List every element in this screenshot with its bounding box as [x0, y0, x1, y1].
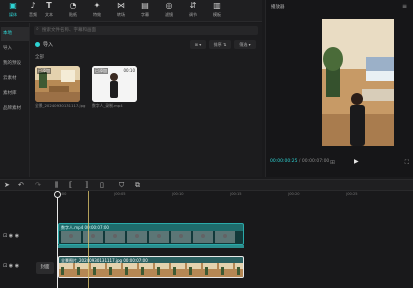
- hover-cursor-line: [88, 191, 89, 288]
- media-item-panorama[interactable]: 已添加: [35, 66, 80, 102]
- editor-window: ▣ 媒体 ♪ 音频 T 文本 ◔ 贴纸 ✦ 特效 ⋈ 转场 ▤ 字幕 ◎ 滤镜: [0, 0, 413, 288]
- toolbar-text[interactable]: T 文本: [38, 1, 60, 21]
- split-right-icon[interactable]: ⟧: [85, 181, 88, 190]
- section-title: 全部: [35, 55, 44, 60]
- toolbar-filter[interactable]: ◎ 滤镜: [158, 1, 180, 21]
- play-icon[interactable]: ▶: [354, 158, 359, 165]
- nav-library[interactable]: 素材库: [1, 87, 29, 101]
- eye-icon[interactable]: ◉: [9, 233, 13, 239]
- search-input[interactable]: ⌕ 搜索文件名称、字幕和画面: [34, 26, 258, 35]
- media-item-person-video[interactable]: 已添加 00:10: [92, 66, 137, 102]
- lock-icon[interactable]: ⊡: [3, 233, 7, 239]
- player-panel: 播放器 ≡ 00:00:00:25 / 00:00:07:00 ⊞ ▶ ⛶: [265, 0, 413, 177]
- undo-icon[interactable]: ↶: [18, 181, 24, 190]
- add-icon: [35, 42, 40, 47]
- time-ruler[interactable]: 00:00 |00:05 |00:10 |00:15 |00:20 |00:25: [56, 191, 413, 200]
- split-icon[interactable]: ⫼: [55, 181, 58, 190]
- sticker-icon: ◔: [69, 1, 77, 10]
- select-tool-icon[interactable]: ➤: [4, 181, 10, 190]
- caption-icon: ▤: [141, 1, 149, 10]
- toolbar-media[interactable]: ▣ 媒体: [2, 1, 24, 21]
- nav-cloud[interactable]: 云素材: [1, 72, 29, 86]
- adjust-icon: ⇵: [189, 1, 197, 10]
- crop-icon[interactable]: ⧉: [135, 181, 140, 190]
- toolbar-sticker[interactable]: ◔ 贴纸: [62, 1, 84, 21]
- toolbar-transition[interactable]: ⋈ 转场: [110, 1, 132, 21]
- lock-icon[interactable]: ⊡: [3, 263, 7, 269]
- text-icon: T: [46, 1, 52, 10]
- filter-button[interactable]: 筛选 ▾: [234, 40, 256, 49]
- video-clip-person[interactable]: 数字人.mp4 00:00:07:00: [58, 223, 244, 245]
- audio-waveform: [58, 245, 244, 248]
- nav-import[interactable]: 导入: [1, 42, 29, 56]
- audio-icon[interactable]: ◉: [15, 263, 19, 269]
- eye-icon[interactable]: ◉: [9, 263, 13, 269]
- shield-icon[interactable]: ⛉: [119, 181, 124, 190]
- clip-frames: [59, 263, 243, 277]
- video-preview[interactable]: [322, 19, 394, 146]
- fullscreen-icon[interactable]: ⛶: [405, 159, 409, 167]
- nav-local[interactable]: 本地: [1, 27, 29, 41]
- delete-icon[interactable]: ▯: [100, 181, 104, 190]
- image-clip-panorama[interactable]: 全景图片_20240930131117.jpg 00:00:07:00: [58, 256, 244, 278]
- chevron-down-icon: ▾: [248, 42, 251, 47]
- sort-icon: ⇅: [222, 42, 227, 47]
- track2-controls[interactable]: ⊡ ◉ ◉: [3, 263, 19, 269]
- audio-icon[interactable]: ◉: [15, 233, 19, 239]
- transition-icon: ⋈: [117, 1, 125, 10]
- media-panel: ⌕ 搜索文件名称、字幕和画面 导入 ⊞ ▾ 排序 ⇅ 筛选 ▾ 全部 已添加 全…: [30, 23, 262, 177]
- import-button[interactable]: 导入: [35, 41, 53, 50]
- cover-button[interactable]: 封面: [36, 262, 54, 274]
- view-toggle-button[interactable]: ⊞ ▾: [190, 40, 206, 49]
- redo-icon[interactable]: ↷: [35, 181, 41, 190]
- effects-icon: ✦: [93, 1, 101, 10]
- playhead[interactable]: [54, 191, 61, 288]
- toolbar-adjust[interactable]: ⇵ 调节: [182, 1, 204, 21]
- grid-icon[interactable]: ⊞: [330, 159, 335, 166]
- sort-button[interactable]: 排序 ⇅: [209, 40, 231, 49]
- timeline-area: 00:00 |00:05 |00:10 |00:15 |00:20 |00:25…: [0, 191, 413, 288]
- toolbar-effects[interactable]: ✦ 特效: [86, 1, 108, 21]
- toolbar-caption[interactable]: ▤ 字幕: [134, 1, 156, 21]
- template-icon: ▥: [213, 1, 221, 10]
- playhead-handle[interactable]: [54, 191, 61, 198]
- nav-brand[interactable]: 品牌素材: [1, 102, 29, 116]
- preview-frame: [322, 19, 394, 146]
- timecode: 00:00:00:25 / 00:00:07:00: [270, 159, 330, 164]
- filter-icon: ◎: [165, 1, 173, 10]
- nav-presets[interactable]: 我的预设: [1, 57, 29, 71]
- toolbar-template[interactable]: ▥ 模板: [206, 1, 228, 21]
- media-sidebar: 本地 导入 我的预设 云素材 素材库 品牌素材: [0, 23, 30, 177]
- track1-controls[interactable]: ⊡ ◉ ◉: [3, 233, 19, 239]
- split-left-icon[interactable]: ⟦: [69, 181, 72, 190]
- player-title: 播放器: [271, 5, 285, 10]
- timeline-toolbar: ➤ ↶ ↷ ⫼ ⟦ ⟧ ▯ ⛉ ⧉: [0, 179, 413, 191]
- search-icon: ⌕: [36, 26, 39, 32]
- grid-view-icon: ⊞ ▾: [194, 42, 202, 47]
- clip-frames: [59, 231, 243, 244]
- menu-icon[interactable]: ≡: [402, 3, 407, 10]
- media-icon: ▣: [9, 1, 17, 10]
- top-toolbar: ▣ 媒体 ♪ 音频 T 文本 ◔ 贴纸 ✦ 特效 ⋈ 转场 ▤ 字幕 ◎ 滤镜: [0, 0, 262, 22]
